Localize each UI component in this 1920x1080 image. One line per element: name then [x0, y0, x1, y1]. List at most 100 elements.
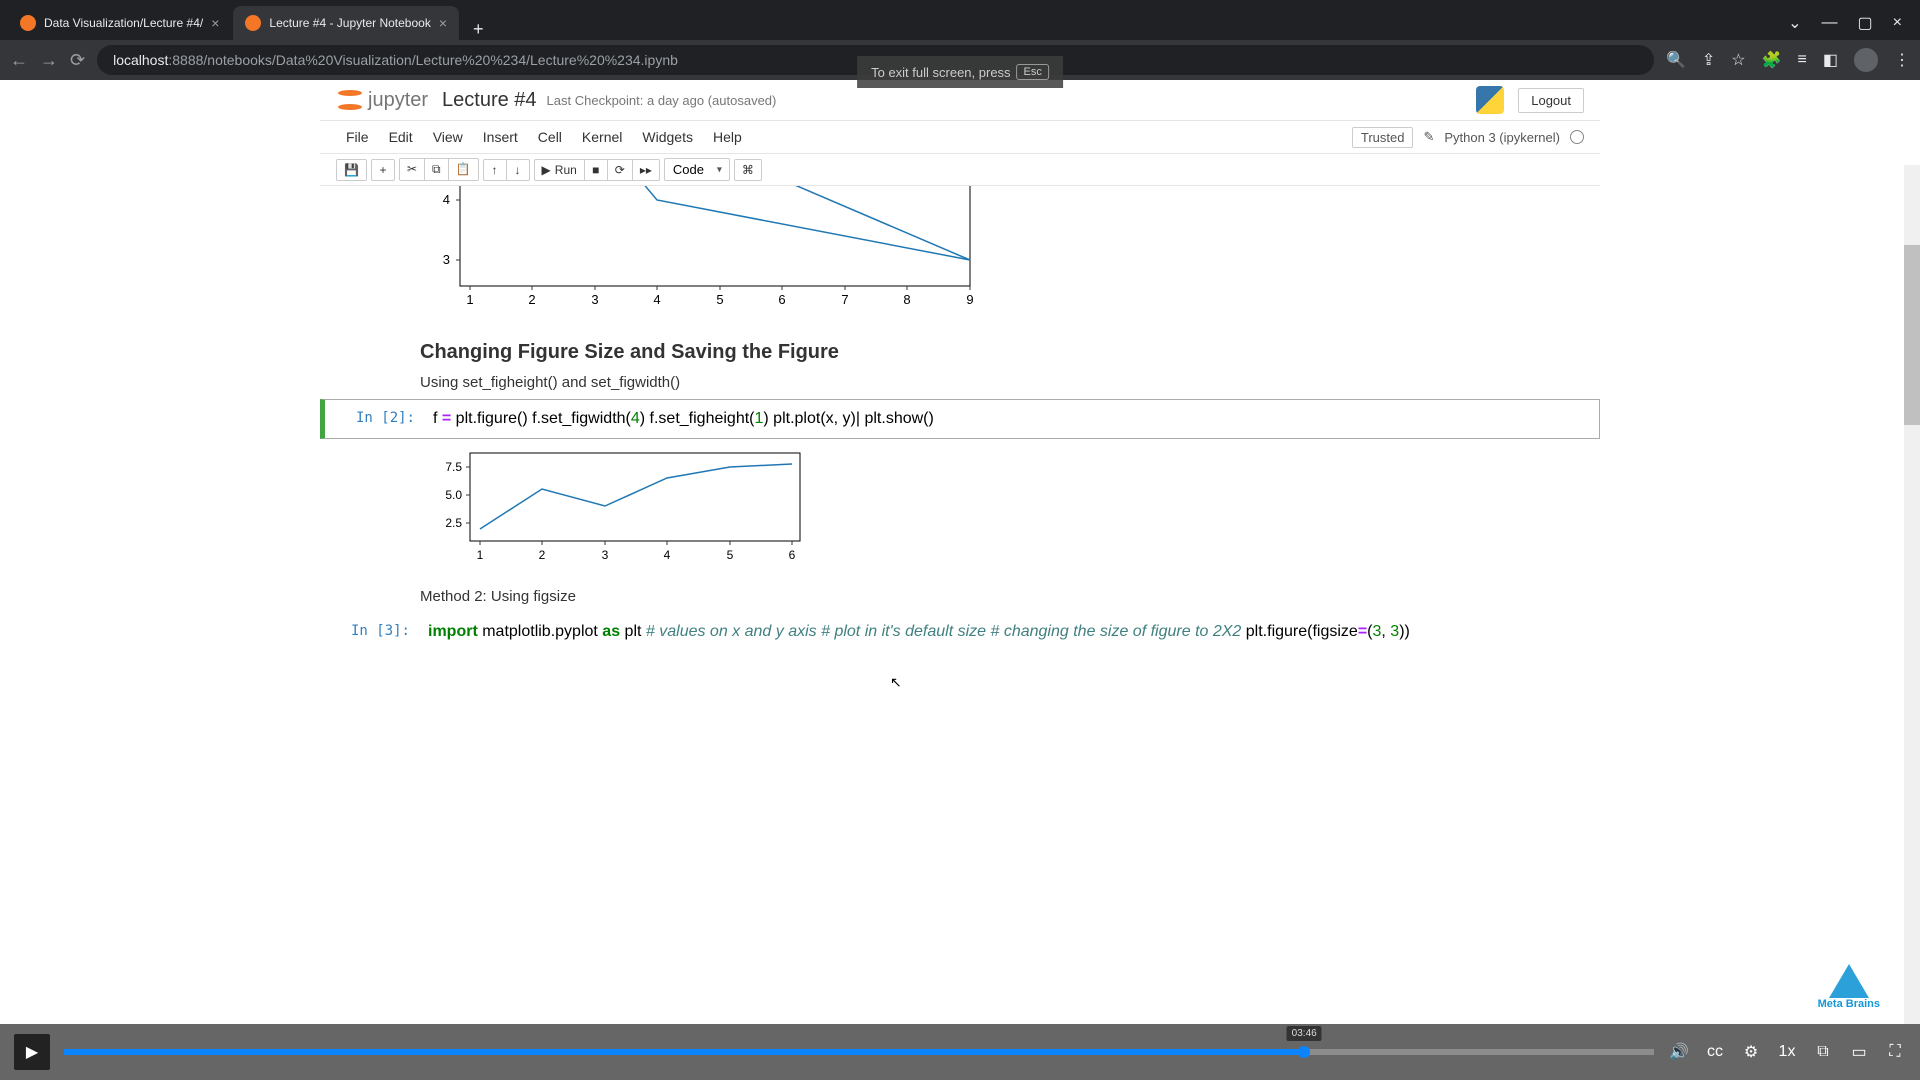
- code-cell-2[interactable]: In [2]: f = plt.figure() f.set_figwidth(…: [320, 399, 1600, 439]
- menu-widgets[interactable]: Widgets: [632, 125, 703, 149]
- python-logo-icon: [1476, 86, 1504, 114]
- svg-text:4: 4: [664, 548, 671, 562]
- time-tooltip: 03:46: [1287, 1026, 1322, 1041]
- jupyter-toolbar: 💾 + ✂ ⧉ 📋 ↑ ↓ ▶ Run ■ ⟳ ▸▸ Code: [320, 154, 1600, 186]
- captions-icon[interactable]: cc: [1704, 1041, 1726, 1063]
- svg-text:5: 5: [727, 548, 734, 562]
- close-window-icon[interactable]: ×: [1893, 14, 1902, 32]
- mouse-cursor: ↖: [890, 674, 902, 691]
- minimize-icon[interactable]: —: [1822, 14, 1838, 32]
- sidepanel-icon[interactable]: ◧: [1823, 50, 1838, 70]
- menu-edit[interactable]: Edit: [379, 125, 423, 149]
- menu-help[interactable]: Help: [703, 125, 752, 149]
- restart-run-all-button[interactable]: ▸▸: [632, 159, 660, 181]
- jupyter-favicon: [245, 15, 261, 31]
- hint-text: To exit full screen, press: [871, 65, 1010, 80]
- plot-1: 4 3 1 2 3 4 5 6 7 8: [420, 186, 980, 316]
- settings-icon[interactable]: ⚙: [1740, 1041, 1762, 1063]
- jupyter-favicon: [20, 15, 36, 31]
- kernel-name[interactable]: Python 3 (ipykernel): [1444, 130, 1560, 145]
- fullscreen-hint: To exit full screen, press Esc: [857, 56, 1063, 88]
- browser-tab-0[interactable]: Data Visualization/Lecture #4/ ×: [8, 6, 231, 40]
- video-progress-thumb[interactable]: [1298, 1046, 1310, 1058]
- url-path: :8888/notebooks/Data%20Visualization/Lec…: [168, 52, 678, 68]
- tab-title: Lecture #4 - Jupyter Notebook: [269, 16, 430, 30]
- pip-icon[interactable]: ⧉: [1812, 1041, 1834, 1063]
- tab-title: Data Visualization/Lecture #4/: [44, 16, 203, 30]
- section-heading: Changing Figure Size and Saving the Figu…: [420, 341, 1600, 364]
- code-editor[interactable]: f = plt.figure() f.set_figwidth(4) f.set…: [425, 404, 1599, 434]
- vertical-scrollbar[interactable]: [1904, 165, 1920, 1024]
- plot-2: 7.5 5.0 2.5 1 2 3 4 5 6: [420, 443, 820, 573]
- menu-insert[interactable]: Insert: [473, 125, 528, 149]
- svg-text:5: 5: [716, 292, 723, 307]
- search-icon[interactable]: 🔍: [1666, 50, 1686, 70]
- menu-kernel[interactable]: Kernel: [572, 125, 632, 149]
- svg-text:4: 4: [653, 292, 660, 307]
- avatar[interactable]: [1854, 48, 1878, 72]
- svg-text:8: 8: [903, 292, 910, 307]
- close-icon[interactable]: ×: [211, 15, 219, 31]
- cell-prompt: In [2]:: [325, 404, 425, 434]
- svg-text:1: 1: [466, 292, 473, 307]
- close-icon[interactable]: ×: [439, 15, 447, 31]
- save-button[interactable]: 💾: [336, 159, 367, 181]
- brand-watermark: Meta Brains: [1818, 964, 1880, 1010]
- fullscreen-icon[interactable]: ⛶: [1884, 1041, 1906, 1063]
- menu-file[interactable]: File: [336, 125, 379, 149]
- new-tab-button[interactable]: +: [461, 19, 496, 40]
- reload-icon[interactable]: ⟳: [70, 50, 85, 71]
- play-button[interactable]: ▶: [14, 1034, 50, 1070]
- tab-dropdown-icon[interactable]: ⌄: [1788, 13, 1801, 33]
- cell-type-select[interactable]: Code: [664, 158, 730, 181]
- code-editor[interactable]: import matplotlib.pyplot as plt # values…: [420, 617, 1600, 647]
- menu-view[interactable]: View: [423, 125, 473, 149]
- scrollbar-thumb[interactable]: [1904, 245, 1920, 425]
- move-down-button[interactable]: ↓: [506, 159, 530, 181]
- share-icon[interactable]: ⇪: [1702, 50, 1715, 70]
- browser-tab-1[interactable]: Lecture #4 - Jupyter Notebook ×: [233, 6, 459, 40]
- trusted-badge[interactable]: Trusted: [1352, 127, 1414, 148]
- forward-icon[interactable]: →: [40, 50, 58, 71]
- svg-text:2: 2: [539, 548, 546, 562]
- menu-cell[interactable]: Cell: [528, 125, 572, 149]
- extensions-icon[interactable]: 🧩: [1762, 50, 1782, 70]
- paste-button[interactable]: 📋: [448, 158, 479, 181]
- copy-button[interactable]: ⧉: [424, 158, 449, 181]
- bookmark-icon[interactable]: ☆: [1731, 50, 1745, 70]
- move-up-button[interactable]: ↑: [483, 159, 507, 181]
- jupyter-logo[interactable]: jupyter: [336, 86, 428, 114]
- kernel-indicator-icon: [1570, 130, 1584, 144]
- reading-list-icon[interactable]: ≡: [1798, 51, 1807, 69]
- markdown-heading: Changing Figure Size and Saving the Figu…: [320, 341, 1600, 391]
- cell-prompt: In [3]:: [320, 617, 420, 647]
- restart-button[interactable]: ⟳: [607, 159, 633, 181]
- svg-text:7.5: 7.5: [445, 460, 462, 474]
- svg-text:9: 9: [966, 292, 973, 307]
- browser-tab-strip: Data Visualization/Lecture #4/ × Lecture…: [0, 0, 1920, 40]
- logout-button[interactable]: Logout: [1518, 88, 1584, 113]
- cell-output-plot-2: 7.5 5.0 2.5 1 2 3 4 5 6: [320, 443, 1600, 578]
- jupyter-menu-bar: File Edit View Insert Cell Kernel Widget…: [320, 121, 1600, 154]
- back-icon[interactable]: ←: [10, 50, 28, 71]
- video-control-bar: ▶ 03:46 🔊 cc ⚙ 1x ⧉ ▭ ⛶: [0, 1024, 1920, 1080]
- notebook-title[interactable]: Lecture #4: [442, 89, 537, 112]
- svg-text:6: 6: [778, 292, 785, 307]
- svg-text:4: 4: [443, 192, 450, 207]
- volume-icon[interactable]: 🔊: [1668, 1041, 1690, 1063]
- run-label: Run: [555, 163, 577, 177]
- theater-icon[interactable]: ▭: [1848, 1041, 1870, 1063]
- run-button[interactable]: ▶ Run: [534, 159, 585, 181]
- command-palette-button[interactable]: ⌘: [734, 159, 762, 181]
- speed-icon[interactable]: 1x: [1776, 1041, 1798, 1063]
- menu-icon[interactable]: ⋮: [1894, 50, 1910, 70]
- video-progress-track[interactable]: 03:46: [64, 1049, 1654, 1055]
- notebook-body[interactable]: 4 3 1 2 3 4 5 6 7 8: [320, 186, 1600, 695]
- edit-icon[interactable]: ✎: [1423, 129, 1434, 145]
- brand-text: Meta Brains: [1818, 998, 1880, 1010]
- stop-button[interactable]: ■: [584, 159, 608, 181]
- maximize-icon[interactable]: ▢: [1858, 13, 1873, 33]
- add-cell-button[interactable]: +: [371, 159, 395, 181]
- cut-button[interactable]: ✂: [399, 158, 425, 181]
- code-cell-3[interactable]: In [3]: import matplotlib.pyplot as plt …: [320, 613, 1600, 651]
